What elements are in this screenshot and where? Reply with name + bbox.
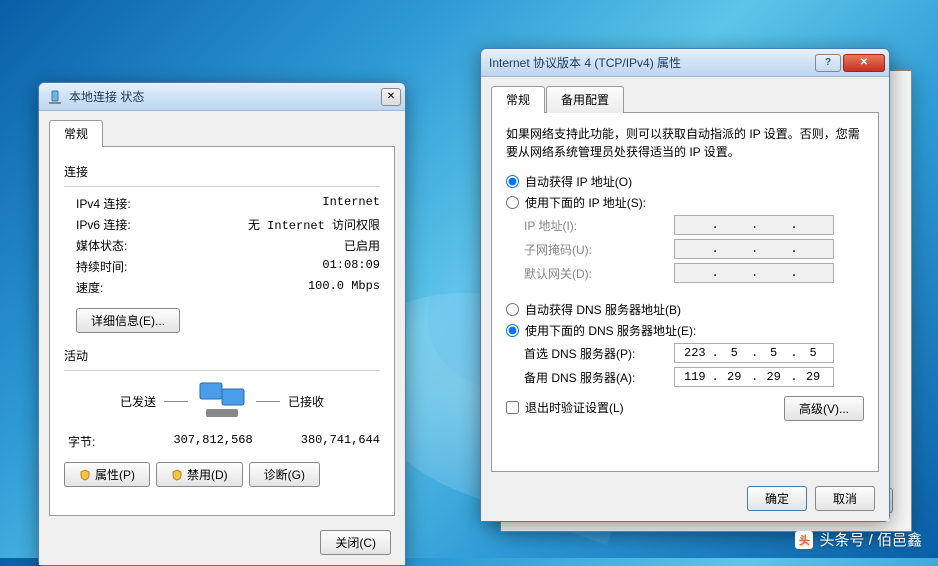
validate-on-exit-label: 退出时验证设置(L) bbox=[525, 399, 624, 416]
gateway-label: 默认网关(D): bbox=[524, 265, 674, 282]
ipv6-conn-value: 无 Internet 访问权限 bbox=[248, 216, 380, 233]
details-button[interactable]: 详细信息(E)... bbox=[76, 308, 180, 333]
monitors-icon bbox=[196, 381, 248, 421]
description-text: 如果网络支持此功能，则可以获取自动指派的 IP 设置。否则，您需要从网络系统管理… bbox=[506, 125, 864, 161]
alternate-dns-label: 备用 DNS 服务器(A): bbox=[524, 369, 674, 386]
subnet-mask-input: ... bbox=[674, 239, 834, 259]
ipv6-conn-label: IPv6 连接: bbox=[76, 216, 131, 233]
tab-general[interactable]: 常规 bbox=[491, 86, 545, 113]
activity-graphic: 已发送 已接收 bbox=[64, 381, 380, 421]
advanced-button[interactable]: 高级(V)... bbox=[784, 396, 864, 421]
status-titlebar[interactable]: 本地连接 状态 ✕ bbox=[39, 83, 405, 111]
radio-dns-manual-label: 使用下面的 DNS 服务器地址(E): bbox=[525, 322, 696, 339]
gateway-input: ... bbox=[674, 263, 834, 283]
section-connection-label: 连接 bbox=[64, 163, 380, 180]
speed-label: 速度: bbox=[76, 279, 103, 296]
close-icon[interactable]: ✕ bbox=[381, 88, 401, 106]
shield-icon bbox=[79, 469, 91, 481]
watermark: 头 头条号 / 佰邑鑫 bbox=[795, 529, 922, 550]
diagnose-button[interactable]: 诊断(G) bbox=[249, 462, 320, 487]
radio-ip-manual-label: 使用下面的 IP 地址(S): bbox=[525, 194, 646, 211]
close-button[interactable]: 关闭(C) bbox=[320, 530, 391, 555]
ipv4-titlebar[interactable]: Internet 协议版本 4 (TCP/IPv4) 属性 ? ✕ bbox=[481, 49, 889, 77]
radio-ip-auto-label: 自动获得 IP 地址(O) bbox=[525, 173, 632, 190]
ipv4-title: Internet 协议版本 4 (TCP/IPv4) 属性 bbox=[489, 54, 815, 71]
speed-value: 100.0 Mbps bbox=[308, 279, 380, 296]
radio-dns-auto[interactable] bbox=[506, 303, 519, 316]
media-state-label: 媒体状态: bbox=[76, 237, 127, 254]
radio-ip-manual[interactable] bbox=[506, 196, 519, 209]
preferred-dns-label: 首选 DNS 服务器(P): bbox=[524, 345, 674, 362]
subnet-mask-label: 子网掩码(U): bbox=[524, 241, 674, 258]
cancel-button[interactable]: 取消 bbox=[815, 486, 875, 511]
disable-button[interactable]: 禁用(D) bbox=[156, 462, 243, 487]
alternate-dns-input[interactable]: 119. 29. 29. 29 bbox=[674, 367, 834, 387]
ipv4-properties-window: Internet 协议版本 4 (TCP/IPv4) 属性 ? ✕ 常规 备用配… bbox=[480, 48, 890, 522]
sent-label: 已发送 bbox=[120, 393, 156, 410]
duration-value: 01:08:09 bbox=[322, 258, 380, 275]
media-state-value: 已启用 bbox=[344, 237, 380, 254]
ip-address-label: IP 地址(I): bbox=[524, 217, 674, 234]
status-title: 本地连接 状态 bbox=[69, 88, 381, 105]
help-icon[interactable]: ? bbox=[815, 54, 841, 72]
shield-icon bbox=[171, 469, 183, 481]
section-activity-label: 活动 bbox=[64, 347, 380, 364]
connection-status-window: 本地连接 状态 ✕ 常规 连接 IPv4 连接: Internet IPv6 连接… bbox=[38, 82, 406, 566]
ipv4-conn-label: IPv4 连接: bbox=[76, 195, 131, 212]
bytes-sent-value: 307,812,568 bbox=[173, 433, 252, 450]
radio-dns-auto-label: 自动获得 DNS 服务器地址(B) bbox=[525, 301, 681, 318]
properties-button[interactable]: 属性(P) bbox=[64, 462, 150, 487]
received-label: 已接收 bbox=[288, 393, 324, 410]
bytes-recv-value: 380,741,644 bbox=[301, 433, 380, 450]
duration-label: 持续时间: bbox=[76, 258, 127, 275]
ok-button[interactable]: 确定 bbox=[747, 486, 807, 511]
radio-dns-manual[interactable] bbox=[506, 324, 519, 337]
network-icon bbox=[47, 89, 63, 105]
validate-on-exit-checkbox[interactable] bbox=[506, 401, 519, 414]
tab-alternate-config[interactable]: 备用配置 bbox=[546, 86, 624, 113]
ipv4-conn-value: Internet bbox=[322, 195, 380, 212]
radio-ip-auto[interactable] bbox=[506, 175, 519, 188]
ip-address-input: ... bbox=[674, 215, 834, 235]
close-icon[interactable]: ✕ bbox=[843, 54, 885, 72]
bytes-label: 字节: bbox=[68, 433, 95, 450]
watermark-logo-icon: 头 bbox=[795, 531, 813, 549]
preferred-dns-input[interactable]: 223. 5. 5. 5 bbox=[674, 343, 834, 363]
tab-general[interactable]: 常规 bbox=[49, 120, 103, 147]
